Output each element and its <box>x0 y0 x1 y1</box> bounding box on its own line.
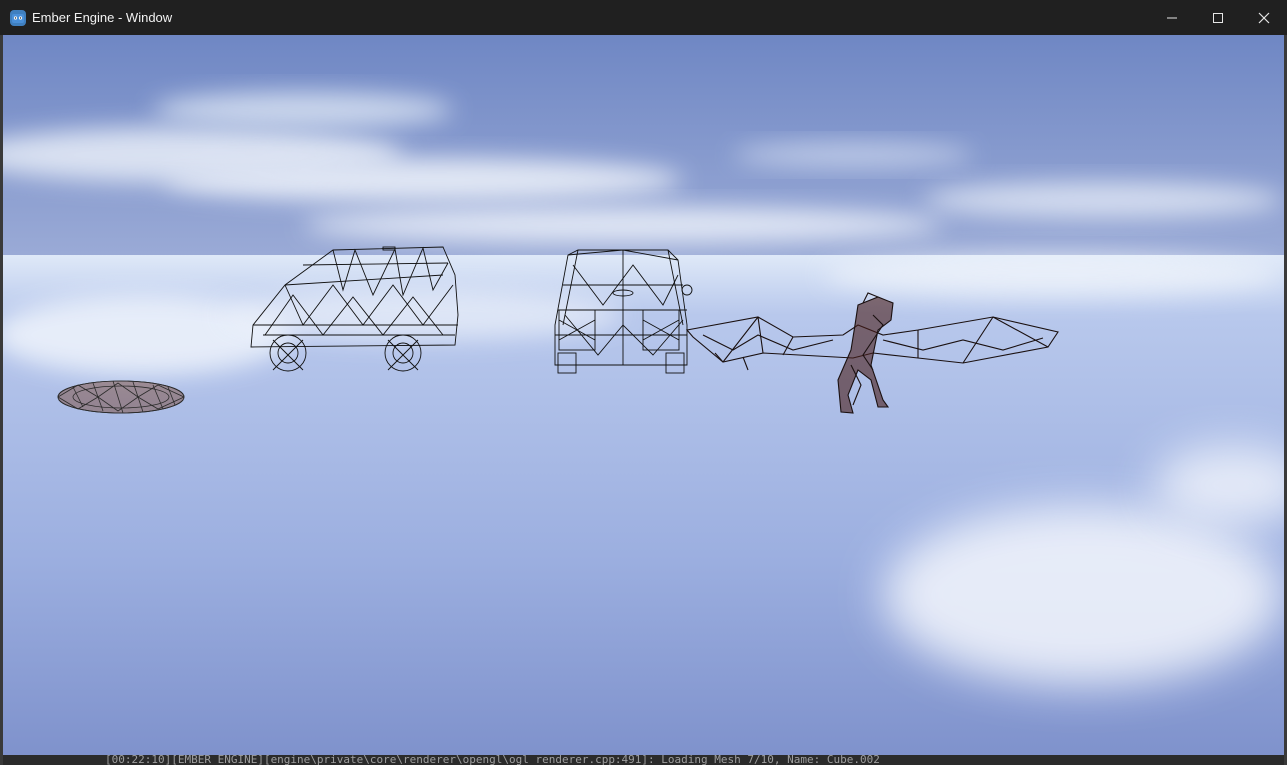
title-bar[interactable]: Ember Engine - Window <box>0 0 1287 35</box>
godot-robot-icon <box>10 9 26 26</box>
flat-ring-mesh <box>57 380 185 414</box>
console-log-line: [00:22:10][EMBER_ENGINE][engine\private\… <box>105 753 880 765</box>
scene-canvas <box>3 35 1284 755</box>
maximize-icon <box>1213 12 1223 23</box>
app-window: Ember Engine - Window [00:22:10][EMBER_E… <box>0 0 1287 765</box>
window-controls <box>1149 0 1287 35</box>
close-icon <box>1258 12 1270 23</box>
minimize-button[interactable] <box>1149 0 1195 35</box>
window-title: Ember Engine - Window <box>32 10 173 25</box>
minimize-icon <box>1167 17 1177 18</box>
render-viewport[interactable] <box>3 35 1284 755</box>
close-button[interactable] <box>1241 0 1287 35</box>
maximize-button[interactable] <box>1195 0 1241 35</box>
